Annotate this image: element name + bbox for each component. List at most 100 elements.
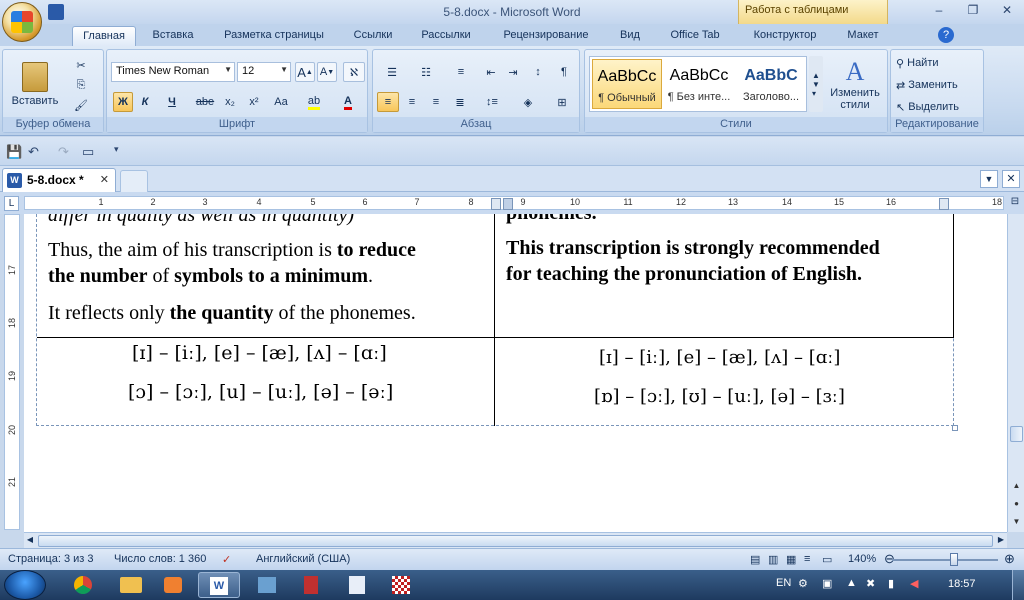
style-normal[interactable]: AaBbCc ¶ Обычный: [592, 59, 662, 109]
align-left-icon[interactable]: ≡: [377, 92, 399, 112]
tab-page-layout[interactable]: Разметка страницы: [214, 26, 334, 46]
zoom-slider-knob[interactable]: [950, 553, 958, 566]
vertical-scroll-thumb[interactable]: [1010, 426, 1023, 442]
scroll-down-icon[interactable]: ▼: [1009, 514, 1024, 529]
input-language[interactable]: EN: [776, 577, 791, 589]
start-button[interactable]: [4, 570, 46, 600]
change-styles-button[interactable]: A Изменить стили: [825, 54, 885, 114]
vertical-scrollbar[interactable]: ▲ ● ▼: [1007, 214, 1024, 532]
clear-format-icon[interactable]: ℵ: [343, 62, 365, 82]
tab-view[interactable]: Вид: [610, 26, 650, 46]
tray-expand-icon[interactable]: ▲: [846, 577, 857, 589]
pilcrow-icon[interactable]: ¶: [553, 62, 575, 82]
tab-review[interactable]: Рецензирование: [490, 26, 602, 46]
save-icon[interactable]: 💾: [6, 144, 22, 160]
app-icon-2[interactable]: [290, 572, 332, 598]
app-icon-3[interactable]: [336, 572, 378, 598]
tab-office-tab[interactable]: Office Tab: [660, 26, 730, 46]
italic-button[interactable]: К: [135, 92, 155, 112]
tab-home[interactable]: Главная: [72, 26, 136, 46]
line-spacing-icon[interactable]: ↕≡: [477, 92, 507, 112]
font-size-combo[interactable]: 12 ▼: [237, 62, 291, 82]
horizontal-scroll-thumb[interactable]: [38, 535, 993, 547]
language[interactable]: Английский (США): [256, 553, 350, 565]
tab-design[interactable]: Конструктор: [742, 26, 828, 46]
change-case-button[interactable]: Aa: [267, 92, 295, 112]
increase-indent-icon[interactable]: ⇥: [503, 62, 523, 82]
zoom-level[interactable]: 140%: [848, 553, 876, 565]
tray-icon-3[interactable]: ✖: [866, 577, 875, 590]
explorer-icon[interactable]: [110, 572, 152, 598]
copy-icon[interactable]: ⎘: [71, 76, 91, 94]
print-layout-icon[interactable]: ▤: [750, 553, 760, 566]
tab-insert[interactable]: Вставка: [142, 26, 204, 46]
print-preview-icon[interactable]: ▭: [82, 144, 98, 160]
superscript-button[interactable]: x²: [243, 92, 265, 112]
horizontal-ruler[interactable]: 1 2 3 4 5 6 7 8 9 10 11 12 13 14 15 16 1…: [24, 196, 1004, 210]
full-screen-icon[interactable]: ▥: [768, 553, 778, 566]
multilevel-list-icon[interactable]: ≡: [445, 62, 477, 82]
style-heading[interactable]: AaBbC Заголово...: [736, 59, 806, 109]
select-browse-object-icon[interactable]: ●: [1009, 496, 1024, 511]
grow-font-icon[interactable]: A ▲: [295, 62, 315, 82]
font-name-combo[interactable]: Times New Roman ▼: [111, 62, 235, 82]
tray-icon-2[interactable]: ▣: [822, 577, 832, 590]
strikethrough-button[interactable]: abe: [193, 92, 217, 112]
scroll-left-icon[interactable]: ◀: [24, 535, 36, 547]
subscript-button[interactable]: x₂: [219, 92, 241, 112]
close-tab-icon[interactable]: ✕: [100, 173, 109, 186]
align-right-icon[interactable]: ≡: [425, 92, 447, 112]
app-icon-4[interactable]: [380, 572, 422, 598]
close-button[interactable]: ✕: [990, 0, 1024, 20]
tray-icon-1[interactable]: ⚙: [798, 577, 808, 590]
underline-button[interactable]: Ч: [159, 92, 185, 112]
indent-marker[interactable]: [503, 198, 513, 210]
volume-icon[interactable]: ◀: [910, 577, 918, 590]
borders-icon[interactable]: ⊞: [547, 92, 577, 112]
app-icon-1[interactable]: [246, 572, 288, 598]
zoom-slider[interactable]: [892, 559, 998, 561]
shading-icon[interactable]: ◈: [513, 92, 543, 112]
help-icon[interactable]: ?: [938, 27, 954, 43]
office-button[interactable]: [2, 2, 42, 42]
format-painter-icon[interactable]: 🖌: [71, 96, 91, 114]
zoom-in-icon[interactable]: ⊕: [1004, 551, 1015, 567]
right-indent-marker[interactable]: [939, 198, 949, 210]
new-tab-button[interactable]: [120, 170, 148, 192]
column-marker[interactable]: [491, 198, 501, 210]
outline-icon[interactable]: ≡: [804, 553, 810, 565]
justify-icon[interactable]: ≣: [449, 92, 471, 112]
replace-button[interactable]: ⇄ Заменить: [895, 76, 981, 94]
view-ruler-icon[interactable]: ⊟: [1008, 196, 1022, 210]
table-resize-handle[interactable]: [952, 425, 958, 431]
undo-icon[interactable]: ↶: [28, 144, 44, 160]
media-player-icon[interactable]: [152, 572, 194, 598]
web-layout-icon[interactable]: ▦: [786, 553, 796, 566]
decrease-indent-icon[interactable]: ⇤: [481, 62, 501, 82]
style-no-spacing[interactable]: AaBbCc ¶ Без инте...: [664, 59, 734, 109]
draft-icon[interactable]: ▭: [822, 553, 832, 566]
maximize-button[interactable]: ❐: [956, 0, 990, 20]
paste-button[interactable]: Вставить: [9, 54, 61, 114]
vertical-ruler[interactable]: 17 18 19 20 21: [4, 214, 20, 530]
minimize-button[interactable]: –: [922, 0, 956, 20]
cut-icon[interactable]: ✂: [71, 56, 91, 74]
tab-layout[interactable]: Макет: [838, 26, 888, 46]
customize-qat-icon[interactable]: ▾: [114, 144, 130, 160]
align-center-icon[interactable]: ≡: [401, 92, 423, 112]
tab-list-icon[interactable]: ▼: [980, 170, 998, 188]
word-taskbar-icon[interactable]: W: [198, 572, 240, 598]
highlight-icon[interactable]: ab: [299, 92, 329, 112]
show-desktop-button[interactable]: [1012, 570, 1024, 600]
spellcheck-icon[interactable]: ✓: [222, 553, 231, 566]
scroll-up-icon[interactable]: ▲: [1009, 478, 1024, 493]
numbering-icon[interactable]: ☷: [411, 62, 441, 82]
chrome-icon[interactable]: [62, 572, 104, 598]
bullets-icon[interactable]: ☰: [377, 62, 407, 82]
document-area[interactable]: differ in quality as well as in quantity…: [24, 214, 1007, 532]
tab-references[interactable]: Ссылки: [344, 26, 402, 46]
sort-icon[interactable]: ↕: [527, 62, 549, 82]
horizontal-scrollbar[interactable]: ◀ ▶: [24, 532, 1007, 548]
select-button[interactable]: ↖ Выделить: [895, 98, 981, 116]
tab-selector[interactable]: L: [4, 196, 19, 211]
